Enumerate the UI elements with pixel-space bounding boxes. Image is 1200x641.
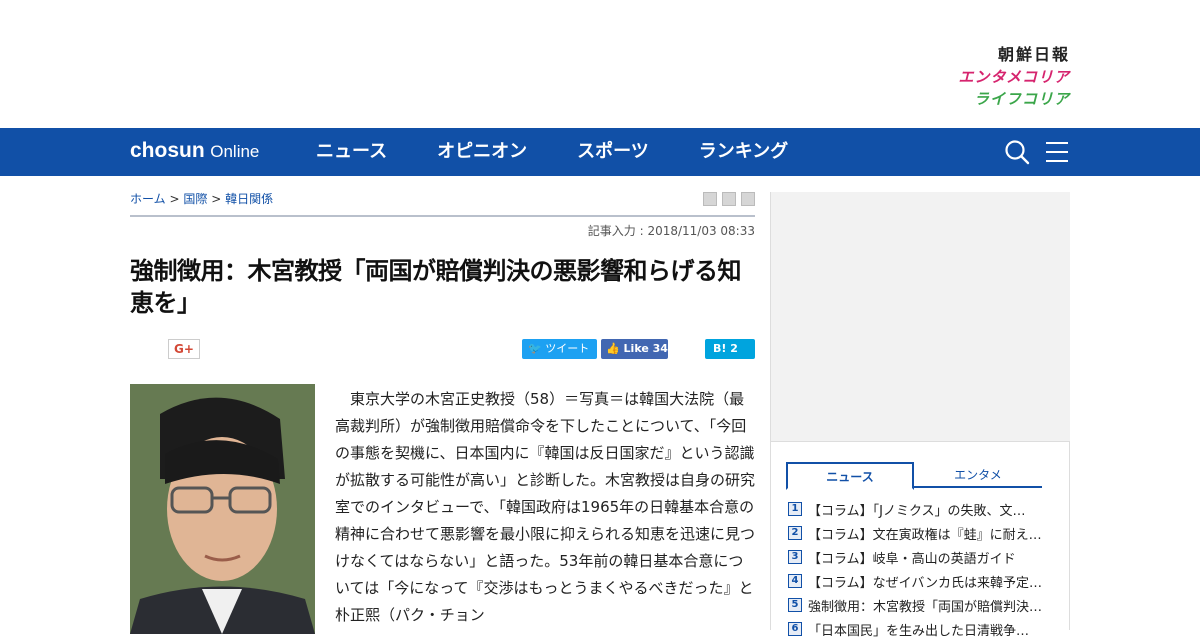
sidebar-ad-slot (771, 192, 1070, 442)
breadcrumb-category[interactable]: 国際 (183, 192, 207, 206)
article-tools (703, 192, 755, 206)
article-title: 強制徴用：木宮教授「両国が賠償判決の悪影響和らげる知恵を」 (130, 257, 742, 317)
list-item[interactable]: 3 【コラム】岐阜・高山の英語ガイド (788, 545, 1058, 569)
hatena-count: 2 (730, 342, 738, 355)
text-size-icon[interactable] (722, 192, 736, 206)
rank-title: 【コラム】岐阜・高山の英語ガイド (808, 551, 1016, 567)
tweet-label: ツイート (545, 342, 590, 355)
list-item[interactable]: 1 【コラム】「Jノミクス」の失敗、文… (788, 497, 1058, 521)
chosun-ilbo-link[interactable]: 朝鮮日報 (958, 44, 1070, 66)
rank-number: 5 (788, 598, 802, 612)
like-label: Like (623, 342, 649, 355)
twitter-bird-icon: 🐦 (528, 342, 542, 355)
list-item[interactable]: 5 強制徴用：木宮教授「両国が賠償判決… (788, 593, 1058, 617)
top-header: 朝鮮日報 エンタメコリア ライフコリア (0, 0, 1200, 128)
rank-number: 4 (788, 574, 802, 588)
like-count: 34 (652, 342, 668, 355)
breadcrumb-separator: > (211, 192, 222, 206)
twitter-share-button[interactable]: 🐦 ツイート (522, 339, 597, 359)
main-nav: chosun Online ニュース オピニオン スポーツ ランキング (0, 128, 1200, 176)
breadcrumb-row: ホーム > 国際 > 韓日関係 (130, 176, 755, 217)
back-icon[interactable] (741, 192, 755, 206)
article-photo (130, 384, 315, 634)
logo-bold-text: chosun (130, 139, 205, 162)
article-body: 東京大学の木宮正史教授（58）＝写真＝は韓国大法院（最高裁判所）が強制徴用賠償命… (335, 390, 756, 624)
nav-item-opinion[interactable]: オピニオン (437, 128, 527, 176)
rank-title: 【コラム】「Jノミクス」の失敗、文… (808, 503, 1026, 519)
breadcrumb-subcategory[interactable]: 韓日関係 (225, 192, 273, 206)
breadcrumb-home[interactable]: ホーム (130, 192, 166, 206)
list-item[interactable]: 2 【コラム】文在寅政権は『蛙』に耐え… (788, 521, 1058, 545)
logo-light-text: Online (210, 142, 260, 161)
hatena-bookmark-button[interactable]: B! 2 (705, 339, 755, 359)
breadcrumb-separator: > (169, 192, 180, 206)
hatena-label: B! (713, 342, 727, 355)
rank-number: 1 (788, 502, 802, 516)
nav-item-sports[interactable]: スポーツ (577, 128, 649, 176)
sidebar: ニュース エンタメ 1 【コラム】「Jノミクス」の失敗、文… 2 【コラム】文在… (770, 192, 1070, 639)
nav-item-news[interactable]: ニュース (316, 128, 387, 176)
article-column: ホーム > 国際 > 韓日関係 記事入力 : 2018/11/03 08:33 … (130, 176, 755, 634)
nav-menu: ニュース オピニオン スポーツ ランキング (316, 128, 838, 176)
rank-title: 強制徴用：木宮教授「両国が賠償判決… (808, 599, 1043, 615)
rank-title: 「日本国民」を生み出した日清戦争… (808, 623, 1030, 639)
tab-entame[interactable]: エンタメ (914, 462, 1042, 488)
rank-title: 【コラム】文在寅政権は『蛙』に耐え… (808, 527, 1042, 543)
life-korea-link[interactable]: ライフコリア (958, 88, 1070, 110)
thumbs-up-icon: 👍 (606, 342, 620, 355)
breadcrumb: ホーム > 国際 > 韓日関係 (130, 190, 273, 207)
gplus-share-button[interactable]: G+ (168, 339, 200, 359)
tab-news[interactable]: ニュース (786, 462, 914, 490)
list-item[interactable]: 4 【コラム】なぜイバンカ氏は来韓予定… (788, 569, 1058, 593)
entame-korea-link[interactable]: エンタメコリア (958, 66, 1070, 88)
rank-number: 6 (788, 622, 802, 636)
rank-number: 2 (788, 526, 802, 540)
rank-number: 3 (788, 550, 802, 564)
search-icon[interactable] (1004, 139, 1030, 165)
ranking-list: 1 【コラム】「Jノミクス」の失敗、文… 2 【コラム】文在寅政権は『蛙』に耐え… (788, 497, 1058, 641)
share-bar: G+ 🐦 ツイート 👍 Like 34 B! 2 (130, 339, 755, 361)
rank-title: 【コラム】なぜイバンカ氏は来韓予定… (808, 575, 1043, 591)
facebook-like-button[interactable]: 👍 Like 34 (601, 339, 668, 359)
article-date: 記事入力 : 2018/11/03 08:33 (587, 224, 755, 238)
site-logo[interactable]: chosun Online (130, 138, 259, 165)
print-icon[interactable] (703, 192, 717, 206)
ranking-tabs: ニュース エンタメ (786, 462, 1042, 490)
nav-icon-group (1004, 139, 1070, 165)
list-item[interactable]: 6 「日本国民」を生み出した日清戦争… (788, 617, 1058, 641)
affiliate-brands: 朝鮮日報 エンタメコリア ライフコリア (958, 44, 1070, 110)
hamburger-menu-icon[interactable] (1044, 139, 1070, 165)
nav-item-ranking[interactable]: ランキング (699, 128, 788, 176)
